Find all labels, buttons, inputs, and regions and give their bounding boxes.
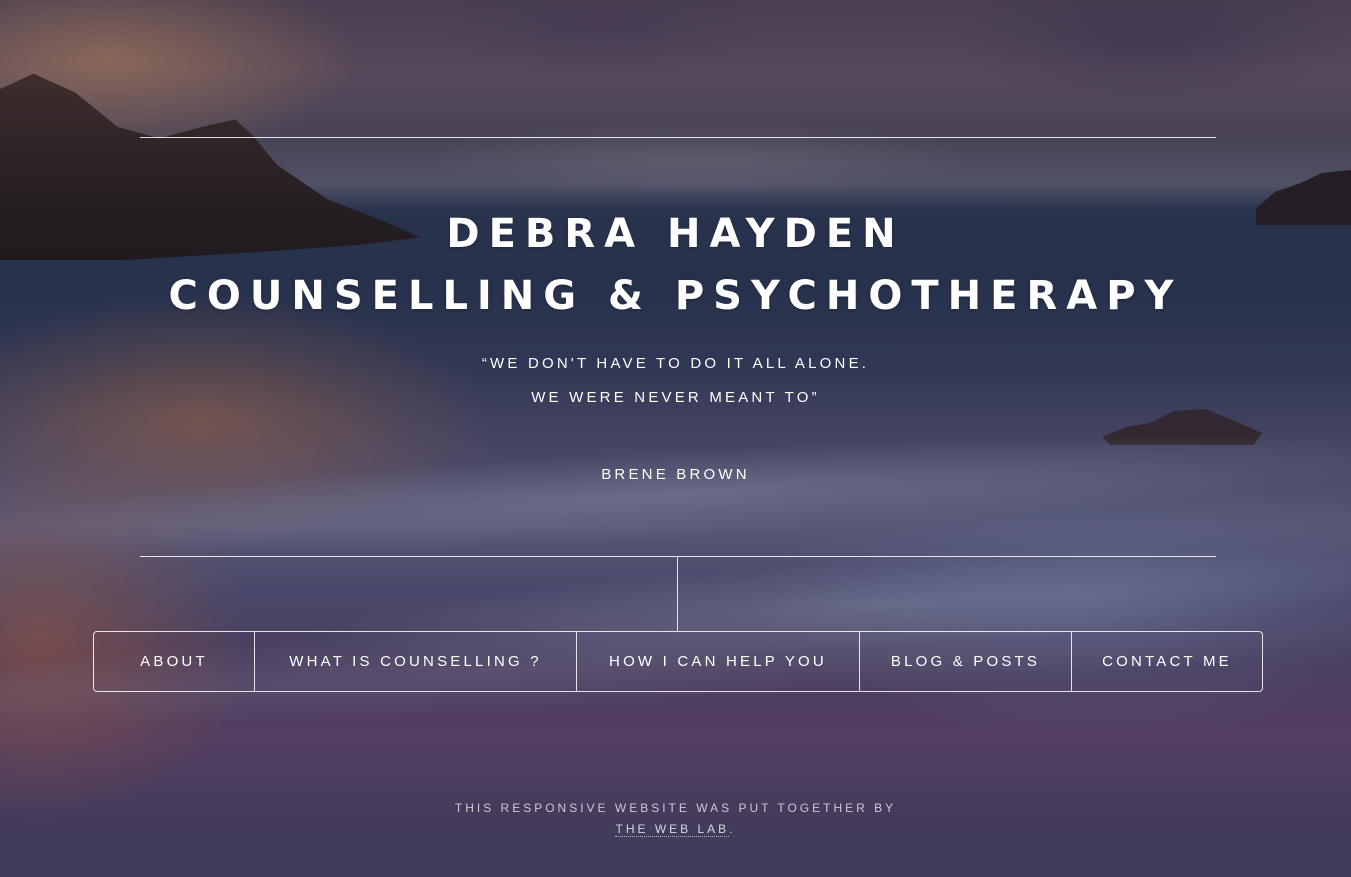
nav-item-blog-posts[interactable]: BLOG & POSTS <box>860 632 1072 691</box>
site-title-subtitle: COUNSELLING & PSYCHOTHERAPY <box>168 273 1183 319</box>
nav-item-contact-me[interactable]: CONTACT ME <box>1072 632 1262 691</box>
footer-credit-link-line: THE WEB LAB. <box>0 819 1351 840</box>
top-divider <box>140 137 1216 138</box>
nav-connector-line <box>677 557 678 632</box>
footer-credit-suffix: . <box>729 822 736 836</box>
nav-item-what-is-counselling[interactable]: WHAT IS COUNSELLING ? <box>255 632 577 691</box>
quote-line-2: WE WERE NEVER MEANT TO” <box>531 389 820 406</box>
page-content: DEBRA HAYDEN COUNSELLING & PSYCHOTHERAPY… <box>0 0 1351 877</box>
nav-item-about[interactable]: ABOUT <box>94 632 255 691</box>
quote-author: BRENE BROWN <box>601 466 750 483</box>
footer: THIS RESPONSIVE WEBSITE WAS PUT TOGETHER… <box>0 798 1351 840</box>
footer-credit-text: THIS RESPONSIVE WEBSITE WAS PUT TOGETHER… <box>454 801 897 815</box>
main-nav: ABOUT WHAT IS COUNSELLING ? HOW I CAN HE… <box>93 631 1263 692</box>
nav-item-how-i-can-help[interactable]: HOW I CAN HELP YOU <box>577 632 860 691</box>
footer-credit-link[interactable]: THE WEB LAB <box>615 822 730 837</box>
site-title-name: DEBRA HAYDEN <box>446 211 905 257</box>
quote-line-1: “WE DON'T HAVE TO DO IT ALL ALONE. <box>481 355 870 372</box>
bottom-divider <box>140 556 1216 557</box>
